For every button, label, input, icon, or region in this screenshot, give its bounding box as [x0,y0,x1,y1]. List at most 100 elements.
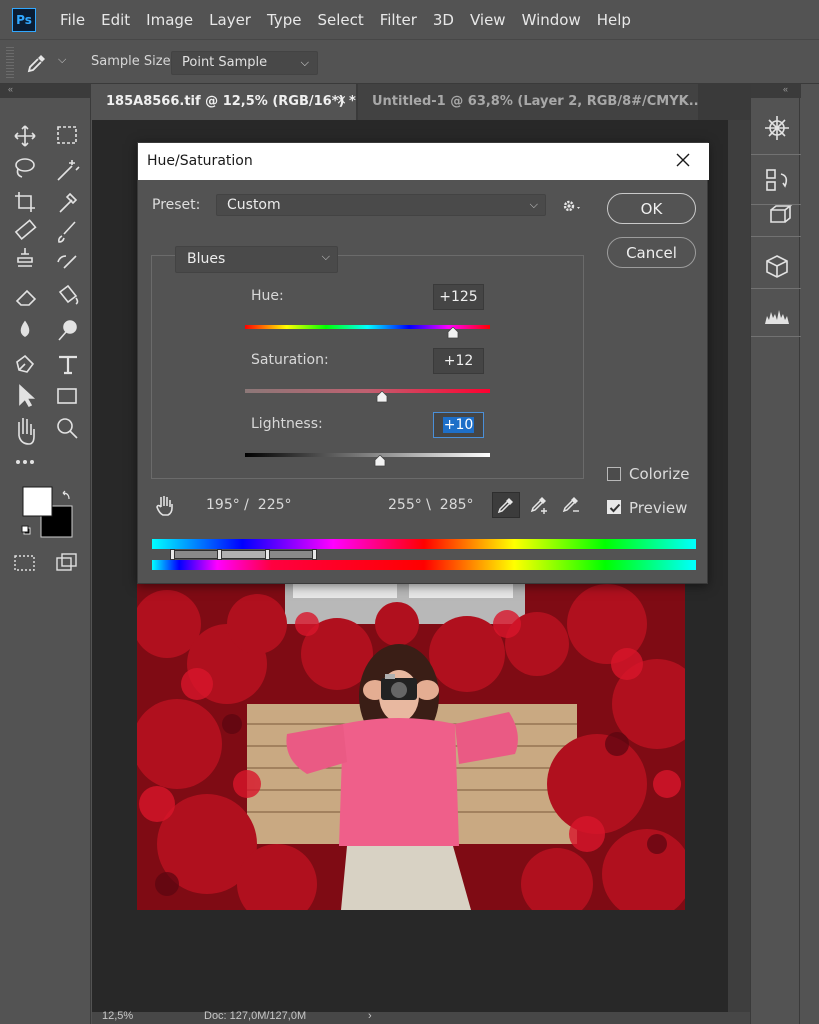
lightness-slider-track[interactable] [245,453,490,457]
targeted-adjustment-icon[interactable] [154,493,176,517]
panel-icons [751,116,801,337]
tab-label: 185A8566.tif @ 12,5% (RGB/16*) * [106,94,356,109]
tab-label: Untitled-1 @ 63,8% (Layer 2, RGB/8#/CMYK… [372,94,698,109]
input-color-spectrum [152,539,696,549]
magic-wand-icon[interactable] [57,160,80,181]
hue-slider-thumb[interactable] [447,327,459,339]
rectangle-icon[interactable] [57,388,77,404]
menu-type[interactable]: Type [259,11,309,29]
saturation-slider-thumb[interactable] [376,391,388,403]
ok-button[interactable]: OK [607,193,696,224]
chevron-down-icon: ⌵ [321,250,330,263]
range-handle-right-outer[interactable] [312,549,317,560]
gear-icon[interactable] [561,197,583,215]
marquee-icon[interactable] [57,126,77,144]
photo-content [137,584,685,910]
preset-label: Preset: [152,197,201,213]
add-to-sample-eyedropper-icon[interactable] [526,492,554,518]
lightness-field[interactable]: +10 [433,412,484,438]
colorize-checkbox[interactable] [607,467,621,481]
saturation-slider-track[interactable] [245,389,490,393]
close-icon[interactable]: × [336,93,347,108]
quick-mask-icon[interactable] [14,555,35,571]
channel-value: Blues [187,251,226,267]
default-colors-icon[interactable] [21,525,31,535]
blur-icon[interactable] [20,320,30,337]
adjustment-group [151,255,584,479]
menu-filter[interactable]: Filter [372,11,425,29]
menu-help[interactable]: Help [589,11,639,29]
navigator-icon[interactable] [765,116,789,140]
checkmark-icon [609,503,621,513]
tab-document-1[interactable]: 185A8566.tif @ 12,5% (RGB/16*) * × [92,84,356,120]
range-handle-left-inner[interactable] [217,549,222,560]
3d-cube-icon[interactable] [770,205,793,223]
preset-value: Custom [227,197,281,213]
vertical-scrollbar[interactable] [728,120,750,1016]
collapsed-panel-edge[interactable] [801,84,819,1024]
stamp-icon[interactable] [17,248,33,267]
swap-colors-icon[interactable] [62,490,70,500]
tab-document-2[interactable]: Untitled-1 @ 63,8% (Layer 2, RGB/8#/CMYK… [358,84,698,120]
zoom-icon[interactable] [57,418,78,439]
color-range-inner [220,551,268,558]
photoshop-logo-icon[interactable]: Ps [12,7,36,32]
more-tools-icon[interactable] [16,460,34,464]
preview-label: Preview [629,499,688,517]
sample-size-select[interactable]: Point Sample ⌵ [171,51,318,75]
crop-icon[interactable] [15,192,35,212]
options-grip[interactable] [6,46,14,78]
eraser-icon[interactable] [15,289,37,306]
history-brush-icon[interactable] [57,255,77,269]
preview-checkbox[interactable] [607,500,621,514]
preset-select[interactable]: Custom ⌵ [216,194,546,216]
range-handle-right-inner[interactable] [265,549,270,560]
status-arrow-icon[interactable]: › [368,1010,372,1022]
cancel-button[interactable]: Cancel [607,237,696,268]
color-range-slider[interactable] [172,550,316,559]
menu-layer[interactable]: Layer [201,11,259,29]
lasso-icon[interactable] [15,158,35,178]
eyedropper-tool-icon[interactable] [26,52,48,74]
dodge-icon[interactable] [58,320,77,341]
menu-window[interactable]: Window [514,11,589,29]
cube-icon[interactable] [766,255,788,278]
zoom-level[interactable]: 12,5% [102,1010,133,1022]
close-icon[interactable]: × [678,93,689,108]
panel-dock: « [750,84,801,1024]
lightness-slider-thumb[interactable] [374,455,386,467]
type-icon[interactable] [59,355,77,375]
hand-icon[interactable] [18,418,35,445]
status-bar: 12,5% Doc: 127,0M/127,0M › [92,1010,750,1024]
eyedropper-icon[interactable] [59,192,78,213]
lightness-value: +10 [442,417,475,433]
saturation-field[interactable]: +12 [433,348,484,374]
menu-select[interactable]: Select [309,11,371,29]
brush-icon[interactable] [58,221,76,243]
menu-bar: Ps File Edit Image Layer Type Select Fil… [0,0,819,40]
hue-field[interactable]: +125 [433,284,484,310]
menu-3d[interactable]: 3D [425,11,462,29]
bucket-icon[interactable] [58,284,79,305]
menu-edit[interactable]: Edit [93,11,138,29]
tools-icons [14,125,80,571]
history-icon[interactable] [766,169,788,191]
menu-file[interactable]: File [46,11,93,29]
subtract-from-sample-eyedropper-icon[interactable] [558,492,586,518]
eyedropper-icon[interactable] [492,492,520,518]
close-icon[interactable] [673,150,693,170]
range-right-values: 255° \ 285° [388,497,474,513]
histogram-icon[interactable] [765,310,789,324]
pen-icon[interactable] [16,354,35,373]
path-select-icon[interactable] [19,384,36,408]
options-bar: ⌵ Sample Size: Point Sample ⌵ [0,40,819,84]
healing-icon[interactable] [14,219,37,240]
screen-mode-icon[interactable] [56,553,77,571]
move-icon[interactable] [14,125,36,147]
lightness-label: Lightness: [251,416,323,432]
range-handle-left-outer[interactable] [170,549,175,560]
menu-view[interactable]: View [462,11,514,29]
menu-image[interactable]: Image [138,11,201,29]
tool-preset-caret-icon[interactable]: ⌵ [58,54,66,67]
channel-select[interactable]: Blues ⌵ [175,246,338,273]
